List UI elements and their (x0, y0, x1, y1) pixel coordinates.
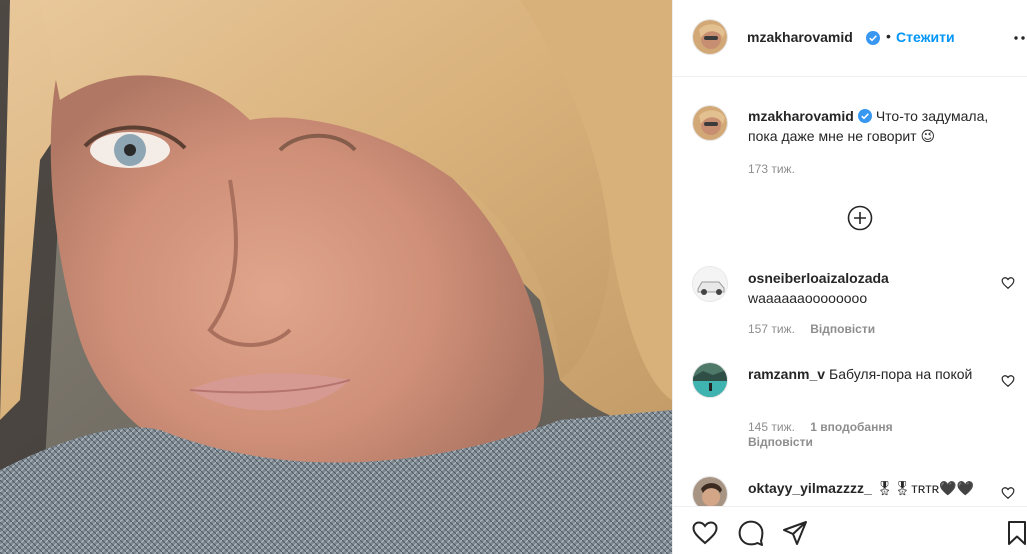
comment-body: waaaaaaoooooooo (748, 290, 868, 306)
comment-body: Бабуля-пора на покой (829, 366, 973, 382)
comment-body: 🎖🎖ᴛʀᴛʀ🖤🖤 (875, 480, 975, 496)
reply-button[interactable]: Відповісти (748, 435, 813, 449)
comment-username[interactable]: oktayy_yilmazzzz_ (748, 480, 872, 496)
comment-item: oktayy_yilmazzzz_ 🎖🎖ᴛʀᴛʀ🖤🖤 (673, 474, 1027, 506)
bookmark-icon[interactable] (1003, 519, 1027, 547)
heart-icon[interactable] (1001, 276, 1015, 290)
verified-badge-icon (866, 31, 880, 45)
post-action-bar (673, 506, 1027, 554)
comment-item: osneiberloaizalozada waaaaaaoooooooo 157… (673, 262, 1027, 347)
plus-circle-icon[interactable] (847, 205, 873, 231)
post-photo (0, 0, 672, 554)
caption-text: mzakharovamid Что-то задумала, пока даже … (748, 106, 1018, 146)
post-side-panel: mzakharovamid • Стежити mzakharovamid Что… (672, 0, 1027, 554)
comment-text: osneiberloaizalozada waaaaaaoooooooo (748, 268, 1018, 308)
comment-meta: 157 тиж. Відповісти (748, 322, 875, 336)
post-caption: mzakharovamid Что-то задумала, пока даже … (673, 78, 1027, 198)
comment-username[interactable]: osneiberloaizalozada (748, 270, 889, 286)
caption-time: 173 тиж. (748, 162, 795, 176)
comment-avatar[interactable] (692, 476, 728, 506)
follow-button[interactable]: Стежити (896, 29, 955, 45)
comment-item: ramzanm_v Бабуля-пора на покой 145 тиж. 1… (673, 362, 1027, 457)
comment-time: 157 тиж. (748, 322, 795, 336)
comment-avatar[interactable] (692, 266, 728, 302)
comment-avatar[interactable] (692, 362, 728, 398)
separator-dot: • (886, 28, 891, 44)
paper-plane-icon[interactable] (781, 519, 809, 547)
comment-text: oktayy_yilmazzzz_ 🎖🎖ᴛʀᴛʀ🖤🖤 (748, 478, 1018, 498)
ellipsis-icon[interactable] (1013, 28, 1027, 48)
reply-button[interactable]: Відповісти (810, 322, 875, 336)
heart-icon[interactable] (691, 519, 719, 547)
comment-time: 145 тиж. (748, 420, 795, 434)
comment-likes[interactable]: 1 вподобання (810, 420, 892, 434)
post-image[interactable] (0, 0, 672, 554)
post-header: mzakharovamid • Стежити (673, 0, 1027, 77)
caption-avatar[interactable] (692, 105, 728, 141)
comment-username[interactable]: ramzanm_v (748, 366, 825, 382)
comment-text: ramzanm_v Бабуля-пора на покой (748, 364, 1018, 384)
heart-icon[interactable] (1001, 486, 1015, 500)
comment-bubble-icon[interactable] (737, 519, 765, 547)
heart-icon[interactable] (1001, 374, 1015, 388)
verified-badge-icon (857, 109, 872, 123)
caption-username[interactable]: mzakharovamid (748, 108, 854, 124)
author-avatar[interactable] (692, 19, 728, 55)
comment-meta: 145 тиж. 1 вподобання Відповісти (748, 420, 893, 450)
author-username[interactable]: mzakharovamid (747, 29, 853, 45)
